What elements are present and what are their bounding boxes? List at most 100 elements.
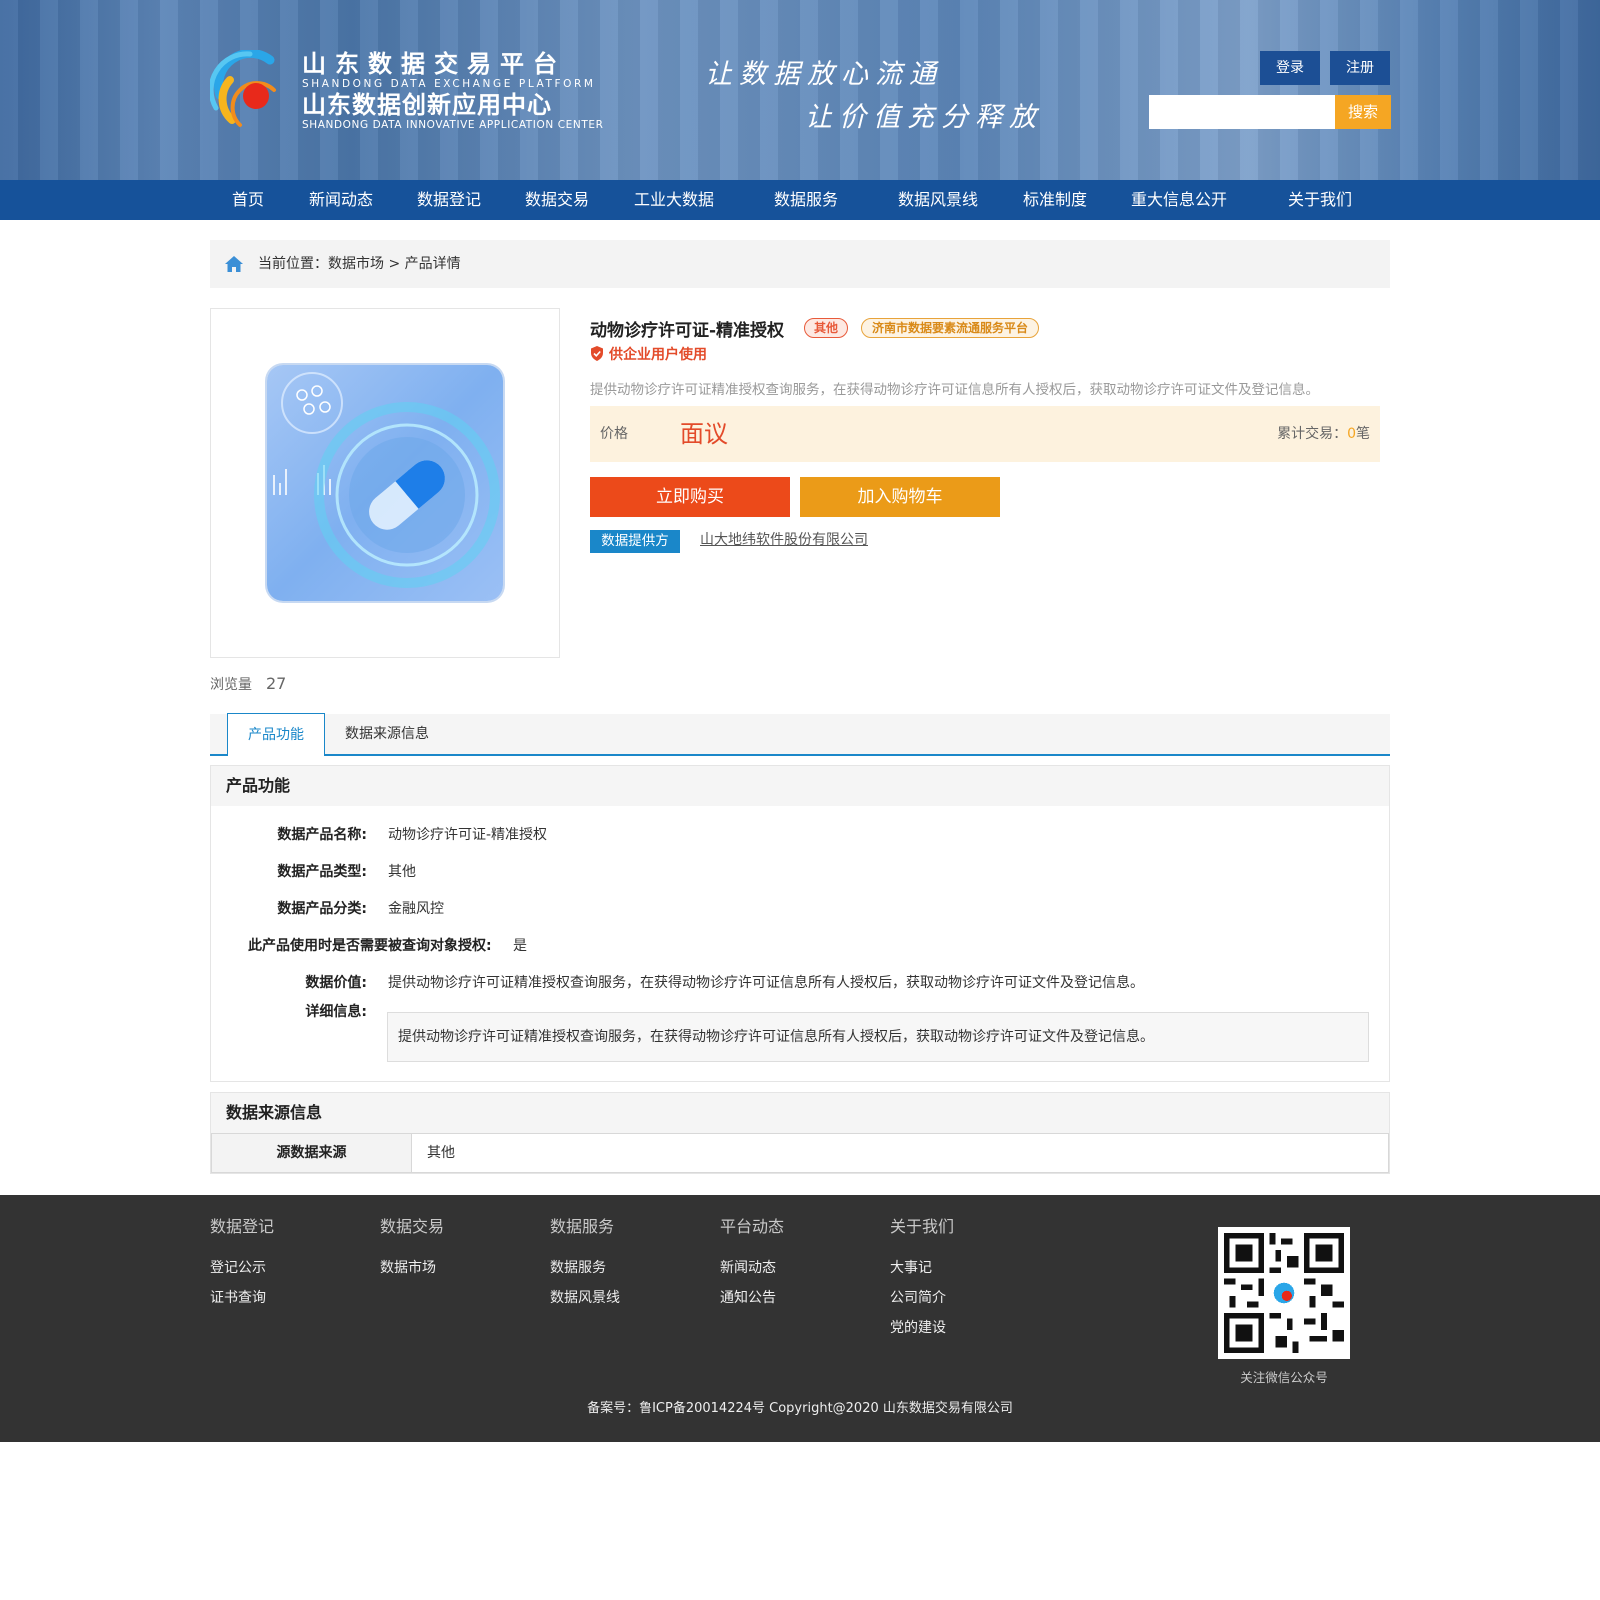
footer-column-services: 数据服务 数据服务 数据风景线 — [550, 1215, 620, 1313]
home-icon — [225, 256, 243, 272]
qr-caption: 关注微信公众号 — [1240, 1370, 1328, 1385]
footer-heading: 关于我们 — [890, 1217, 955, 1236]
copyright: 备案号：鲁ICP备20014224号 Copyright@2020 山东数据交易… — [587, 1401, 1013, 1416]
footer-link[interactable]: 新闻动态 — [720, 1253, 784, 1283]
source-value: 其他 — [427, 1145, 455, 1161]
feature-row: 此产品使用时是否需要被查询对象授权: 是 — [211, 935, 1389, 955]
breadcrumb-market-link[interactable]: 数据市场 — [328, 256, 384, 272]
trade-count: 累计交易：0笔 — [1277, 406, 1370, 462]
qr-code-icon — [1224, 1233, 1344, 1353]
provider-label: 数据提供方 — [590, 530, 680, 553]
nav-item-registration[interactable]: 数据登记 — [417, 180, 481, 220]
tab-data-source[interactable]: 数据来源信息 — [345, 714, 429, 754]
feature-key: 数据产品名称: — [277, 827, 367, 843]
product-image — [267, 365, 503, 601]
breadcrumb-separator: > — [384, 256, 405, 272]
footer-link[interactable]: 数据服务 — [550, 1253, 620, 1283]
feature-key: 数据价值: — [305, 975, 367, 991]
footer-link[interactable]: 党的建设 — [890, 1313, 954, 1343]
nav-item-industrial-data[interactable]: 工业大数据 — [634, 180, 714, 220]
footer-link[interactable]: 登记公示 — [210, 1253, 274, 1283]
nav-item-about[interactable]: 关于我们 — [1288, 180, 1352, 220]
nav-item-data-services[interactable]: 数据服务 — [774, 180, 838, 220]
footer-column-registration: 数据登记 登记公示 证书查询 — [210, 1215, 274, 1313]
feature-row: 数据产品名称: 动物诊疗许可证-精准授权 — [211, 824, 1389, 844]
nav-item-disclosure[interactable]: 重大信息公开 — [1131, 180, 1227, 220]
platform-tag: 济南市数据要素流通服务平台 — [861, 318, 1040, 338]
data-source-section: 数据来源信息 源数据来源 其他 — [210, 1092, 1390, 1174]
trade-count-value: 0 — [1347, 426, 1356, 442]
feature-value: 动物诊疗许可证-精准授权 — [388, 827, 548, 843]
feature-value: 金融风控 — [388, 901, 444, 917]
price-label: 价格 — [600, 426, 628, 442]
feature-value: 是 — [513, 938, 527, 954]
feature-row: 数据价值: 提供动物诊疗许可证精准授权查询服务，在获得动物诊疗许可证信息所有人授… — [211, 972, 1389, 992]
footer-link[interactable]: 数据市场 — [380, 1253, 444, 1283]
footer-link[interactable]: 数据风景线 — [550, 1283, 620, 1313]
breadcrumb-text: 当前位置：数据市场 > 产品详情 — [258, 240, 461, 288]
slogan-line-1: 让数据放心流通 — [705, 59, 943, 90]
feature-key: 详细信息: — [305, 1004, 367, 1020]
nav-item-trading[interactable]: 数据交易 — [525, 180, 589, 220]
trade-unit: 笔 — [1356, 426, 1370, 442]
footer-heading: 数据登记 — [210, 1217, 275, 1236]
capsule-illustration-icon — [273, 372, 500, 588]
footer-heading: 数据交易 — [380, 1217, 445, 1236]
detail-tabs: 产品功能 数据来源信息 — [210, 713, 1390, 756]
breadcrumb-prefix: 当前位置： — [258, 256, 328, 272]
source-row: 源数据来源 其他 — [211, 1133, 1389, 1173]
features-heading: 产品功能 — [211, 766, 1389, 806]
provider-link[interactable]: 山大地纬软件股份有限公司 — [700, 530, 868, 550]
source-key: 源数据来源 — [212, 1134, 412, 1172]
footer-heading: 平台动态 — [720, 1217, 785, 1236]
footer-link[interactable]: 公司简介 — [890, 1283, 954, 1313]
footer-link[interactable]: 通知公告 — [720, 1283, 784, 1313]
usage-note: 供企业用户使用 — [590, 344, 707, 364]
product-features-section: 产品功能 数据产品名称: 动物诊疗许可证-精准授权 数据产品类型: 其他 数据产… — [210, 765, 1390, 1082]
nav-item-news[interactable]: 新闻动态 — [309, 180, 373, 220]
feature-value: 提供动物诊疗许可证精准授权查询服务，在获得动物诊疗许可证信息所有人授权后，获取动… — [388, 975, 1144, 991]
views-counter: 浏览量 27 — [210, 674, 286, 694]
price-box: 价格 面议 累计交易：0笔 — [590, 406, 1380, 462]
footer-heading: 数据服务 — [550, 1217, 615, 1236]
breadcrumb-current: 产品详情 — [404, 256, 461, 272]
source-heading: 数据来源信息 — [211, 1093, 1389, 1133]
search-button[interactable]: 搜索 — [1335, 95, 1391, 129]
feature-row: 数据产品类型: 其他 — [211, 861, 1389, 881]
login-button[interactable]: 登录 — [1260, 51, 1320, 85]
footer-link[interactable]: 证书查询 — [210, 1283, 274, 1313]
feature-key: 数据产品分类: — [277, 901, 367, 917]
brand-cn-primary: 山东数据交易平台 — [302, 50, 566, 78]
feature-key: 此产品使用时是否需要被查询对象授权: — [248, 938, 492, 954]
brand-en-primary: SHANDONG DATA EXCHANGE PLATFORM — [302, 78, 596, 90]
add-to-cart-button[interactable]: 加入购物车 — [800, 477, 1000, 517]
search-input[interactable] — [1149, 95, 1335, 129]
footer-column-platform-news: 平台动态 新闻动态 通知公告 — [720, 1215, 784, 1313]
brand-cn-secondary: 山东数据创新应用中心 — [302, 91, 552, 119]
feature-key: 数据产品类型: — [277, 864, 367, 880]
product-description: 提供动物诊疗许可证精准授权查询服务，在获得动物诊疗许可证信息所有人授权后，获取动… — [590, 382, 1319, 398]
slogan-line-2: 让价值充分释放 — [805, 102, 1043, 133]
footer-column-trading: 数据交易 数据市场 — [380, 1215, 444, 1283]
price-value: 面议 — [680, 420, 728, 448]
register-button[interactable]: 注册 — [1330, 51, 1390, 85]
footer: 数据登记 登记公示 证书查询 数据交易 数据市场 数据服务 数据服务 数据风景线… — [0, 1195, 1600, 1442]
breadcrumb: 当前位置：数据市场 > 产品详情 — [210, 240, 1390, 288]
nav-item-home[interactable]: 首页 — [232, 180, 264, 220]
product-title: 动物诊疗许可证-精准授权 — [590, 321, 785, 341]
views-count: 27 — [266, 674, 287, 693]
feature-value: 其他 — [388, 864, 416, 880]
slogan: 让数据放心流通 让价值充分释放 — [705, 52, 1043, 134]
nav-item-standards[interactable]: 标准制度 — [1023, 180, 1087, 220]
shield-check-icon — [591, 346, 603, 361]
footer-link[interactable]: 大事记 — [890, 1253, 954, 1283]
detail-info-box: 提供动物诊疗许可证精准授权查询服务，在获得动物诊疗许可证信息所有人授权后，获取动… — [387, 1012, 1369, 1062]
nav-item-data-landscape[interactable]: 数据风景线 — [898, 180, 978, 220]
buy-now-button[interactable]: 立即购买 — [590, 477, 790, 517]
footer-column-about: 关于我们 大事记 公司简介 党的建设 — [890, 1215, 954, 1343]
wechat-qr-code — [1218, 1227, 1350, 1359]
brand-en-secondary: SHANDONG DATA INNOVATIVE APPLICATION CEN… — [302, 119, 604, 131]
brand-text: 山东数据交易平台 SHANDONG DATA EXCHANGE PLATFORM… — [302, 50, 604, 132]
views-label: 浏览量 — [210, 677, 252, 693]
tab-product-features[interactable]: 产品功能 — [227, 713, 325, 756]
